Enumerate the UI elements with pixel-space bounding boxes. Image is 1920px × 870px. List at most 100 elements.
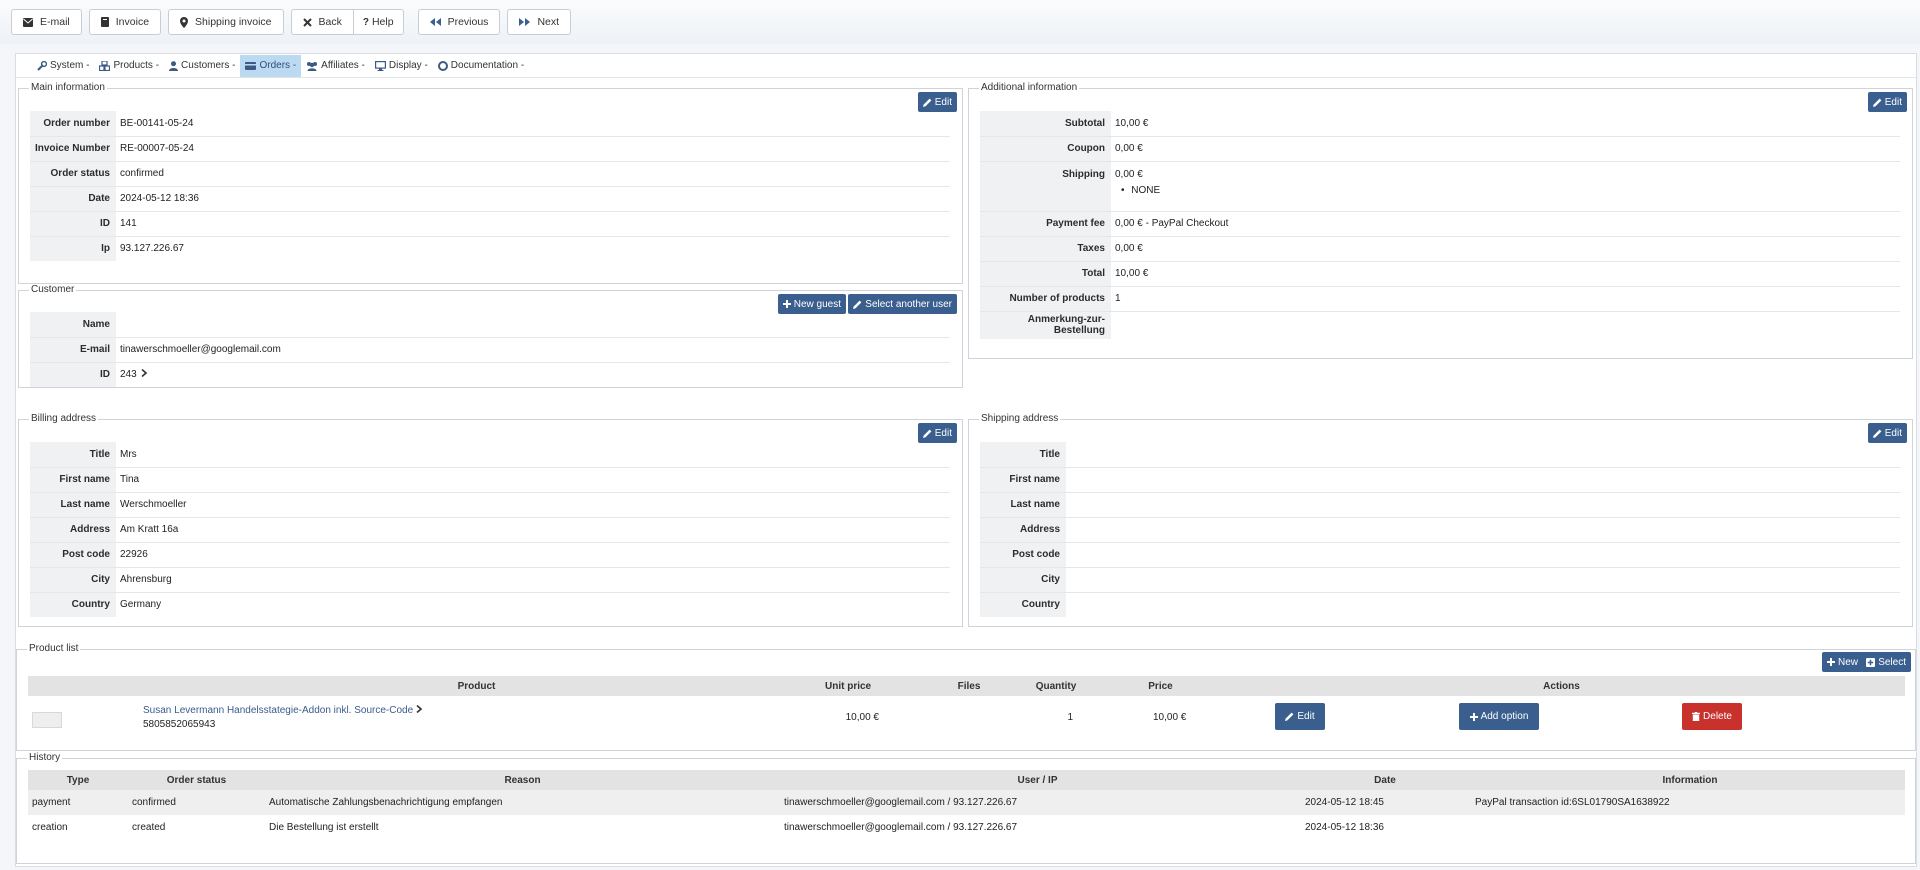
forward-icon xyxy=(519,18,531,26)
shipping-post-code-value xyxy=(1066,542,1900,568)
history-reason: Automatische Zahlungsbenachrichtigung em… xyxy=(265,790,780,815)
billing-title-value: Mrs xyxy=(116,442,950,468)
email-button-label: E-mail xyxy=(40,16,70,28)
customer-legend: Customer xyxy=(29,284,77,296)
menu-products[interactable]: Products - xyxy=(94,55,164,77)
order-number-value: BE-00141-05-24 xyxy=(116,111,950,137)
select-another-user-button[interactable]: Select another user xyxy=(848,294,957,314)
additional-information-panel: Additional information Edit Subtotal 10,0… xyxy=(968,82,1913,359)
previous-button[interactable]: Previous xyxy=(417,9,501,35)
back-button-label: Back xyxy=(318,16,342,28)
edit-label: Edit xyxy=(934,427,952,439)
billing-address-edit-button[interactable]: Edit xyxy=(917,423,957,443)
select-product-button[interactable]: Select xyxy=(1861,652,1911,672)
shipping-title-row: Title xyxy=(980,442,1900,468)
help-button[interactable]: ? Help xyxy=(353,9,404,35)
billing-address-panel: Billing address Edit Title Mrs First name… xyxy=(18,413,963,627)
taxes-label: Taxes xyxy=(980,236,1111,262)
billing-city-row: City Ahrensburg xyxy=(30,567,950,593)
billing-post-code-row: Post code 22926 xyxy=(30,542,950,568)
billing-country-value: Germany xyxy=(120,599,162,611)
order-status-row: Order status confirmed xyxy=(30,161,950,187)
customer-name-label: Name xyxy=(30,312,116,338)
date-label: Date xyxy=(30,186,116,212)
history-information xyxy=(1475,815,1905,840)
menu-affiliates[interactable]: Affiliates - xyxy=(301,55,370,77)
reason-header: Reason xyxy=(265,770,780,790)
chevron-right-icon[interactable] xyxy=(416,704,423,716)
product-name-link[interactable]: Susan Levermann Handelsstategie-Addon in… xyxy=(143,705,413,716)
billing-city-value: Ahrensburg xyxy=(116,567,950,593)
new-product-button[interactable]: New xyxy=(1821,652,1863,672)
new-guest-button[interactable]: New guest xyxy=(777,294,846,314)
menu-display[interactable]: Display - xyxy=(370,55,433,77)
customer-email-value: tinawerschmoeller@googlemail.com xyxy=(116,337,950,363)
menu-customers-label: Customers - xyxy=(181,60,236,71)
number-of-products-row: Number of products 1 xyxy=(980,286,1900,312)
customer-table: Name E-mail tinawerschmoeller@googlemail.… xyxy=(30,312,950,387)
pencil-icon xyxy=(853,300,862,309)
invoice-button[interactable]: Invoice xyxy=(88,9,162,35)
payment-fee-row: Payment fee 0,00 € - PayPal Checkout xyxy=(980,211,1900,237)
history-date: 2024-05-12 18:36 xyxy=(1305,822,1384,833)
menu-customers[interactable]: Customers - xyxy=(164,55,240,77)
customer-panel: Customer New guest Select another user N… xyxy=(18,284,963,388)
history-row: payment confirmed Automatische Zahlungsb… xyxy=(28,790,1905,815)
billing-title-label: Title xyxy=(30,442,116,468)
coupon-label: Coupon xyxy=(980,136,1111,162)
additional-information-legend: Additional information xyxy=(979,82,1080,94)
subtotal-row: Subtotal 10,00 € xyxy=(980,111,1900,137)
email-button[interactable]: E-mail xyxy=(11,9,82,35)
additional-information-edit-button[interactable]: Edit xyxy=(1867,92,1907,112)
user-ip-header: User / IP xyxy=(780,770,1295,790)
plus-icon xyxy=(1826,658,1835,666)
main-information-edit-button[interactable]: Edit xyxy=(917,92,957,112)
add-option-button[interactable]: Add option xyxy=(1459,703,1539,730)
shipping-address-edit-button[interactable]: Edit xyxy=(1867,423,1907,443)
menu-products-label: Products - xyxy=(113,60,160,71)
menu-documentation[interactable]: Documentation - xyxy=(433,55,529,77)
user-icon xyxy=(169,60,179,71)
product-list-panel: Product list New Select Product Unit pri… xyxy=(16,643,1916,751)
shipping-invoice-button[interactable]: Shipping invoice xyxy=(168,9,284,35)
chevron-right-icon[interactable] xyxy=(141,369,148,380)
product-row: Susan Levermann Handelsstategie-Addon in… xyxy=(28,696,1905,738)
new-product-label: New xyxy=(1837,656,1858,668)
product-unit-price: 10,00 € xyxy=(845,711,879,723)
menu-documentation-label: Documentation - xyxy=(450,60,525,71)
shipping-first-name-label: First name xyxy=(980,467,1066,493)
billing-first-name-row: First name Tina xyxy=(30,467,950,493)
date-value: 2024-05-12 18:36 xyxy=(116,186,950,212)
shipping-last-name-row: Last name xyxy=(980,492,1900,518)
payment-fee-label: Payment fee xyxy=(980,211,1111,237)
billing-last-name-row: Last name Werschmoeller xyxy=(30,492,950,518)
wrench-icon xyxy=(37,60,47,71)
billing-country-row: Country Germany xyxy=(30,592,950,617)
pencil-icon xyxy=(922,429,932,438)
delete-product-button[interactable]: Delete xyxy=(1682,703,1742,730)
delete-label: Delete xyxy=(1703,711,1732,722)
plus-square-icon xyxy=(1866,657,1876,667)
quantity-header: Quantity xyxy=(1009,676,1103,696)
billing-city-label: City xyxy=(30,567,116,593)
menu-orders[interactable]: Orders - xyxy=(240,54,302,77)
taxes-row: Taxes 0,00 € xyxy=(980,236,1900,262)
menu-system[interactable]: System - xyxy=(32,55,94,77)
next-button[interactable]: Next xyxy=(507,9,572,35)
new-guest-label: New guest xyxy=(793,298,841,310)
history-date: 2024-05-12 18:45 xyxy=(1295,790,1475,815)
product-edit-button[interactable]: Edit xyxy=(1275,703,1325,730)
menu-system-label: System - xyxy=(50,60,90,71)
history-row: creation created Die Bestellung ist erst… xyxy=(28,815,1905,840)
payment-fee-value: 0,00 € - PayPal Checkout xyxy=(1111,211,1900,237)
back-button[interactable]: Back xyxy=(290,9,354,35)
product-price: 10,00 € xyxy=(1153,711,1187,723)
shipping-city-row: City xyxy=(980,567,1900,593)
type-header: Type xyxy=(28,770,128,790)
number-of-products-label: Number of products xyxy=(980,286,1111,312)
previous-button-label: Previous xyxy=(447,16,489,28)
next-button-label: Next xyxy=(537,16,560,28)
customer-name-value xyxy=(116,312,950,338)
admin-menu-bar: System - Products - Customers - Orders -… xyxy=(16,54,1916,78)
product-header: Product xyxy=(128,676,825,696)
